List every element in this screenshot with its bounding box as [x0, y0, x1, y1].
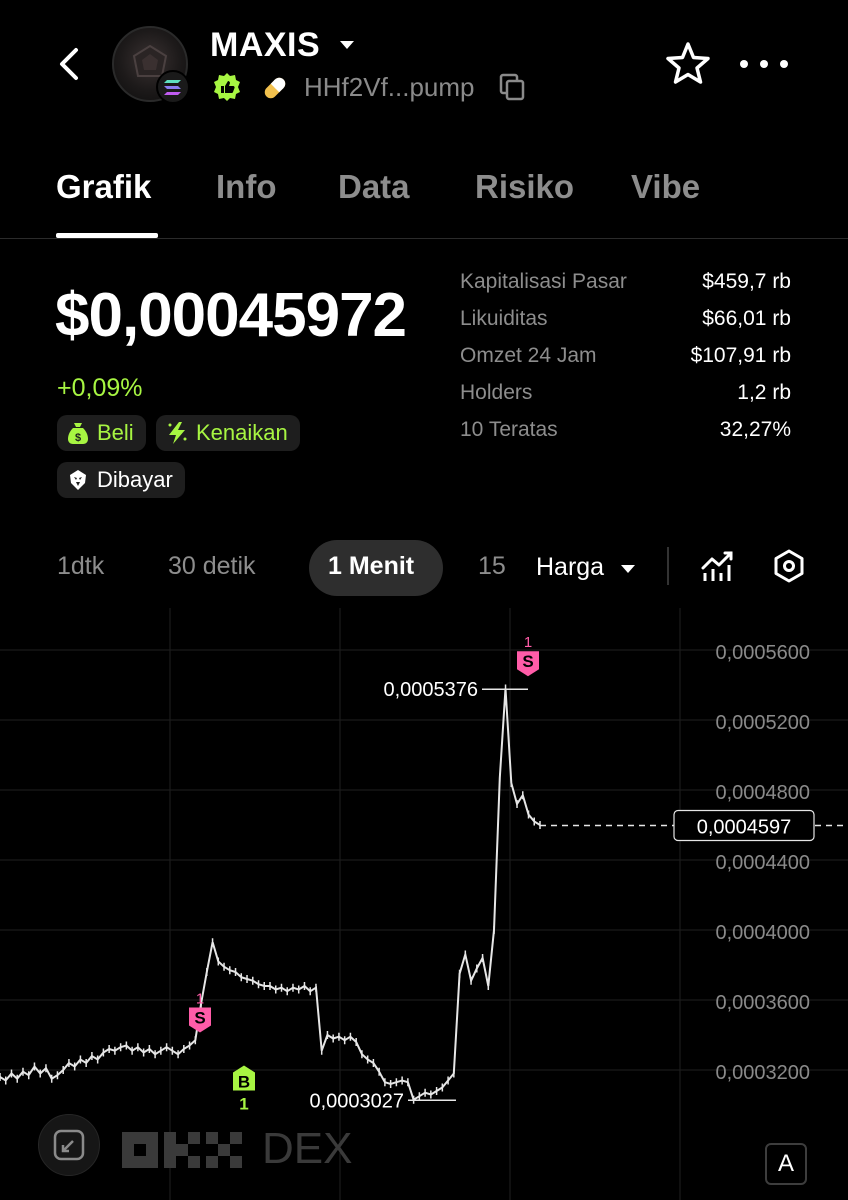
chart-indicator-icon: [701, 551, 733, 581]
stat-value-market-cap: $459,7 rb: [702, 270, 791, 293]
buy-marker: B1: [233, 1065, 255, 1114]
marker-count: 1: [239, 1095, 248, 1114]
stat-label-holders: Holders: [460, 381, 533, 404]
y-tick-label: 0,0005600: [715, 642, 810, 664]
tab-vibe[interactable]: Vibe: [631, 168, 700, 206]
y-axis-ticks: 0,0005600 0,0005200 0,0004800 0,0004400 0,00…: [715, 642, 810, 1084]
current-price-label: 0,0004597: [697, 817, 792, 839]
indicators-button[interactable]: [700, 548, 736, 584]
marker-letter: B: [238, 1073, 250, 1092]
svg-text:$: $: [75, 432, 81, 444]
verified-thumbs-up-icon: [212, 72, 242, 102]
chevron-down-icon[interactable]: [338, 38, 356, 52]
y-tick-label: 0,0005200: [715, 712, 810, 734]
y-tick-label: 0,0004800: [715, 782, 810, 804]
stat-label-volume: Omzet 24 Jam: [460, 344, 597, 367]
price-series: [0, 684, 541, 1104]
money-bag-icon: $: [68, 423, 88, 444]
solana-chain-badge: [156, 70, 190, 104]
chart-mode-dropdown[interactable]: Harga: [536, 553, 604, 582]
fullscreen-button[interactable]: [38, 1114, 100, 1176]
tag-kenaikan[interactable]: Kenaikan: [156, 415, 300, 451]
interval-15m[interactable]: 15: [478, 552, 508, 581]
tab-grafik[interactable]: Grafik: [56, 168, 151, 206]
interval-1s[interactable]: 1dtk: [57, 552, 104, 581]
tab-info[interactable]: Info: [216, 168, 276, 206]
okx-logo: [122, 1130, 250, 1175]
price-line: [0, 688, 541, 1102]
stat-value-top10: 32,27%: [719, 418, 791, 441]
tag-beli[interactable]: $ Beli: [57, 415, 146, 451]
marker-letter: S: [194, 1009, 205, 1028]
current-price: $0,00045972: [55, 281, 407, 350]
max-price-label: 0,0005376: [383, 679, 478, 701]
price-chart[interactable]: 0,0005600 0,0005200 0,0004800 0,0004400 0,00…: [0, 608, 848, 1200]
more-dots-icon: [740, 60, 788, 68]
tabs-divider: [0, 238, 848, 239]
interval-divider: [667, 547, 669, 585]
copy-icon[interactable]: [498, 72, 526, 102]
pill-icon: [260, 73, 290, 103]
marker-count: 1: [196, 991, 204, 1008]
chevron-left-icon: [60, 48, 78, 80]
chevron-down-icon[interactable]: [620, 562, 636, 574]
more-options-button[interactable]: [736, 50, 792, 78]
tag-dibayar-label: Dibayar: [97, 467, 173, 492]
y-tick-label: 0,0004000: [715, 922, 810, 944]
stat-label-market-cap: Kapitalisasi Pasar: [460, 270, 627, 293]
auto-scale-button[interactable]: A: [765, 1143, 807, 1185]
back-button[interactable]: [48, 42, 92, 86]
price-change: +0,09%: [57, 374, 143, 402]
marker-count: 1: [524, 634, 532, 651]
y-tick-label: 0,0004400: [715, 852, 810, 874]
stat-value-liquidity: $66,01 rb: [702, 307, 791, 330]
lightning-icon: [168, 422, 187, 444]
star-icon: [666, 42, 710, 84]
stat-value-volume: $107,91 rb: [690, 344, 791, 367]
eagle-icon: [70, 470, 86, 490]
stat-label-top10: 10 Teratas: [460, 418, 558, 441]
sell-marker: 1S: [189, 991, 211, 1033]
dex-watermark: DEX: [262, 1124, 353, 1173]
chart-settings-button[interactable]: [771, 548, 807, 584]
min-price-label: 0,0003027: [309, 1090, 404, 1112]
y-tick-label: 0,0003200: [715, 1062, 810, 1084]
marker-letter: S: [522, 652, 533, 671]
tab-risiko[interactable]: Risiko: [475, 168, 574, 206]
token-name[interactable]: MAXIS: [210, 26, 320, 65]
hexagon-settings-icon: [774, 549, 804, 583]
tag-dibayar[interactable]: Dibayar: [57, 462, 185, 498]
stat-value-holders: 1,2 rb: [737, 381, 791, 404]
expand-icon: [53, 1129, 85, 1161]
interval-30s[interactable]: 30 detik: [168, 552, 256, 581]
contract-address[interactable]: HHf2Vf...pump: [304, 72, 475, 103]
tag-kenaikan-label: Kenaikan: [196, 420, 288, 445]
sell-marker: 1S: [517, 634, 539, 677]
tag-beli-label: Beli: [97, 420, 134, 445]
y-tick-label: 0,0003600: [715, 992, 810, 1014]
stat-label-liquidity: Likuiditas: [460, 307, 548, 330]
solana-icon: [164, 80, 181, 95]
favorite-star-button[interactable]: [664, 40, 712, 88]
interval-1m[interactable]: 1 Menit: [328, 552, 414, 581]
tab-data[interactable]: Data: [338, 168, 410, 206]
